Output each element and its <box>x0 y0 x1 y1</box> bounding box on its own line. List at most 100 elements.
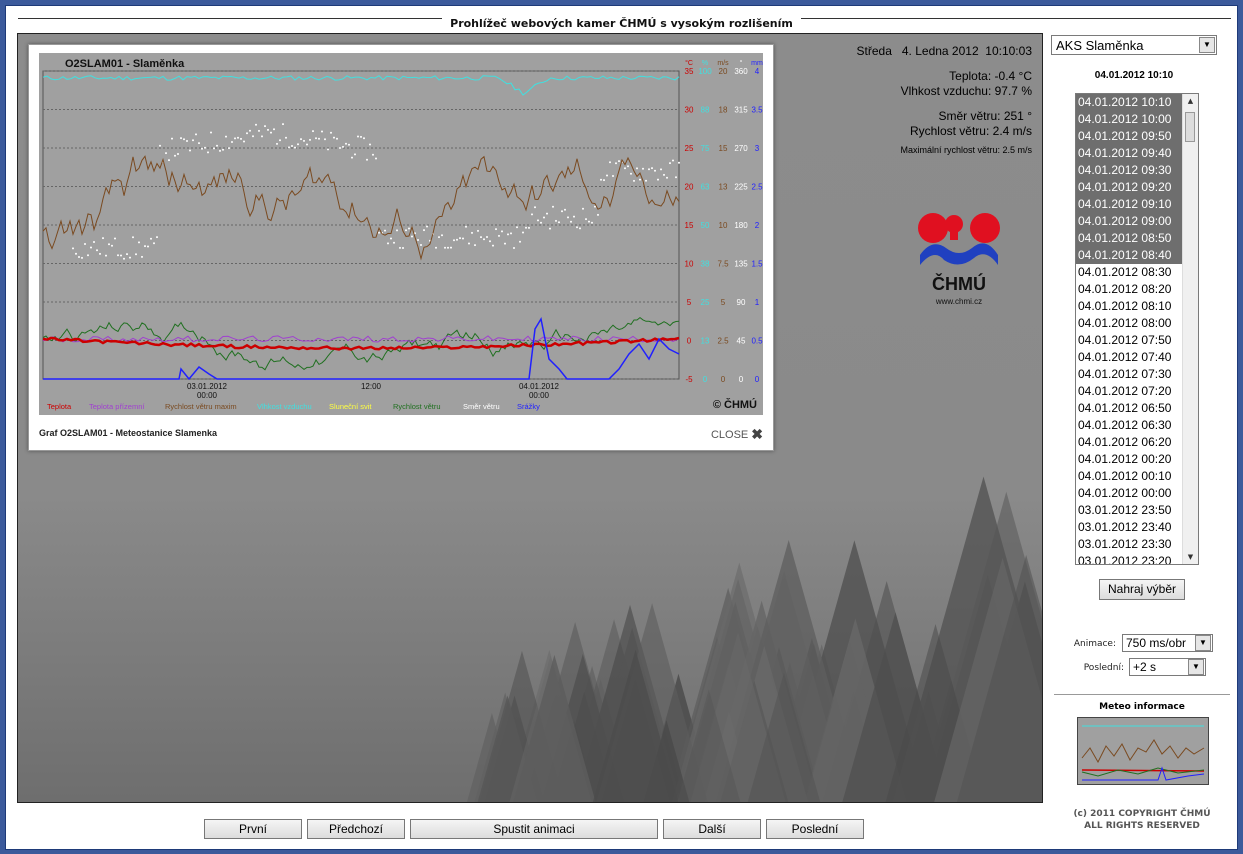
time-list-scrollbar[interactable]: ▲ ▼ <box>1182 94 1198 564</box>
wind-direction-point <box>528 226 530 229</box>
wind-direction-point <box>144 245 146 248</box>
wind-direction-point <box>441 234 443 237</box>
wind-direction-point <box>171 137 173 140</box>
wind-direction-point <box>84 243 86 245</box>
time-list-item[interactable]: 04.01.2012 10:10 <box>1076 94 1182 111</box>
time-list-item[interactable]: 04.01.2012 07:30 <box>1076 366 1182 383</box>
wind-direction-point <box>111 244 113 247</box>
chevron-down-icon[interactable]: ▼ <box>1195 635 1211 651</box>
wind-direction-point <box>573 215 575 218</box>
wind-direction-point <box>468 242 470 245</box>
wind-direction-point <box>564 208 566 211</box>
axis-tick-label: 90 <box>737 298 746 307</box>
chart-copyright: © ČHMÚ <box>713 398 757 411</box>
wind-direction-point <box>444 246 446 249</box>
time-list-item[interactable]: 03.01.2012 23:20 <box>1076 553 1182 564</box>
wind-direction-point <box>672 159 674 162</box>
time-list-item[interactable]: 04.01.2012 10:00 <box>1076 111 1182 128</box>
start-animation-button[interactable]: Spustit animaci <box>410 819 658 839</box>
wind-direction-point <box>306 143 308 146</box>
wind-direction-point <box>237 136 239 139</box>
wind-direction-point <box>498 234 500 237</box>
axis-tick-label: 0 <box>739 375 744 384</box>
time-list-item[interactable]: 04.01.2012 06:20 <box>1076 434 1182 451</box>
meteo-thumbnail[interactable] <box>1077 717 1209 785</box>
wind-direction-point <box>207 151 209 154</box>
wind-direction-point <box>516 226 518 229</box>
axis-tick-label: 3 <box>755 144 760 153</box>
time-list-item[interactable]: 04.01.2012 06:30 <box>1076 417 1182 434</box>
time-list-item[interactable]: 04.01.2012 08:40 <box>1076 247 1182 264</box>
time-list-item[interactable]: 04.01.2012 08:20 <box>1076 281 1182 298</box>
time-list-item[interactable]: 04.01.2012 09:20 <box>1076 179 1182 196</box>
wind-direction-point <box>408 227 410 230</box>
wind-direction-point <box>333 136 335 139</box>
axis-tick-label: 35 <box>685 67 694 76</box>
time-list-item[interactable]: 04.01.2012 09:00 <box>1076 213 1182 230</box>
time-list-item[interactable]: 04.01.2012 09:30 <box>1076 162 1182 179</box>
axis-tick-label: 0.5 <box>751 337 763 346</box>
wind-direction-point <box>198 142 200 145</box>
wind-direction-point <box>342 145 344 148</box>
wind-direction-point <box>366 158 368 161</box>
wind-direction-point <box>384 229 386 232</box>
axis-tick-label: 18 <box>719 106 728 115</box>
close-button[interactable]: CLOSE ✖ <box>711 426 763 443</box>
time-list-item[interactable]: 04.01.2012 07:20 <box>1076 383 1182 400</box>
time-list-item[interactable]: 04.01.2012 08:50 <box>1076 230 1182 247</box>
wind-direction-point <box>324 138 326 141</box>
wind-direction-point <box>279 139 281 142</box>
time-list-item[interactable]: 03.01.2012 23:50 <box>1076 502 1182 519</box>
time-list-item[interactable]: 04.01.2012 08:10 <box>1076 298 1182 315</box>
load-selection-button[interactable]: Nahraj výběr <box>1099 579 1185 600</box>
wind-direction-point <box>120 254 122 257</box>
time-list-item[interactable]: 04.01.2012 00:20 <box>1076 451 1182 468</box>
time-list-item[interactable]: 04.01.2012 08:30 <box>1076 264 1182 281</box>
wind-direction-point <box>99 252 101 255</box>
time-list-item[interactable]: 04.01.2012 00:00 <box>1076 485 1182 502</box>
station-select[interactable]: AKS Slaměnka ▼ <box>1051 35 1217 55</box>
time-list-item[interactable]: 04.01.2012 06:50 <box>1076 400 1182 417</box>
scroll-down-icon[interactable]: ▼ <box>1183 550 1198 564</box>
wind-direction-point <box>402 247 404 249</box>
time-list-item[interactable]: 03.01.2012 23:30 <box>1076 536 1182 553</box>
chart-title: O2SLAM01 - Slaměnka <box>65 58 185 70</box>
time-list-item[interactable]: 04.01.2012 09:50 <box>1076 128 1182 145</box>
time-list-item[interactable]: 04.01.2012 09:40 <box>1076 145 1182 162</box>
next-button[interactable]: Další <box>663 819 761 839</box>
wind-direction-point <box>303 139 305 142</box>
scroll-thumb[interactable] <box>1185 112 1195 142</box>
last-select[interactable]: +2 s ▼ <box>1129 658 1206 676</box>
time-list-item[interactable]: 04.01.2012 07:40 <box>1076 349 1182 366</box>
wind-direction-point <box>582 207 584 210</box>
wind-direction-point <box>507 233 509 236</box>
chevron-down-icon[interactable]: ▼ <box>1199 37 1215 53</box>
station-value: AKS Slaměnka <box>1056 38 1144 53</box>
wind-direction-point <box>294 146 296 149</box>
time-list-item[interactable]: 04.01.2012 07:50 <box>1076 332 1182 349</box>
axis-tick-label: 1 <box>755 298 760 307</box>
scroll-up-icon[interactable]: ▲ <box>1183 94 1198 108</box>
time-list-item[interactable]: 04.01.2012 09:10 <box>1076 196 1182 213</box>
previous-button[interactable]: Předchozí <box>307 819 405 839</box>
temperature-text: Teplota: -0.4 °C <box>949 69 1032 83</box>
time-list-item[interactable]: 03.01.2012 23:40 <box>1076 519 1182 536</box>
time-list-item[interactable]: 04.01.2012 00:10 <box>1076 468 1182 485</box>
wind-direction-point <box>663 173 665 176</box>
time-list-item[interactable]: 04.01.2012 08:00 <box>1076 315 1182 332</box>
wind-direction-point <box>549 227 551 230</box>
chevron-down-icon[interactable]: ▼ <box>1188 659 1204 675</box>
last-button[interactable]: Poslední <box>766 819 864 839</box>
wind-direction-point <box>522 231 524 234</box>
wind-direction-point <box>411 235 413 238</box>
time-list[interactable]: 04.01.2012 10:10 04.01.2012 10:00 04.01.20… <box>1075 93 1199 565</box>
first-button[interactable]: První <box>204 819 302 839</box>
axis-tick-label: 20 <box>685 183 694 192</box>
legend-entry: Směr větru <box>463 402 500 411</box>
wind-direction-point <box>270 131 272 134</box>
wind-direction-point <box>225 135 227 138</box>
wind-speed-text: Rychlost větru: 2.4 m/s <box>909 124 1032 138</box>
wind-direction-point <box>612 175 614 177</box>
animation-select[interactable]: 750 ms/obr ▼ <box>1122 634 1213 652</box>
wind-direction-point <box>651 167 653 170</box>
